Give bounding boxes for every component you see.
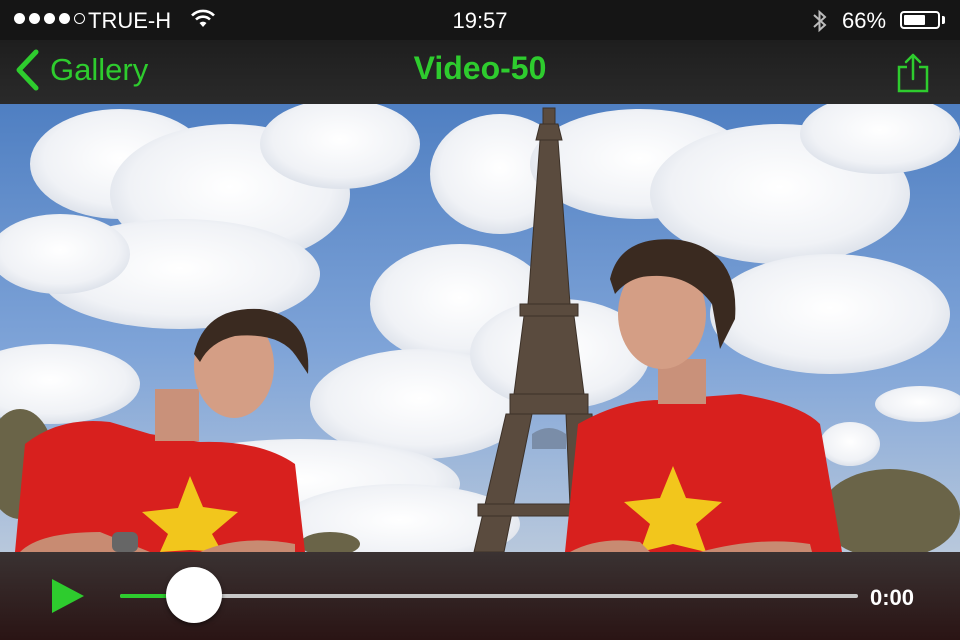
play-icon (52, 579, 84, 613)
status-bar: TRUE-H 19:57 66% (0, 0, 960, 40)
video-still-image (0, 104, 960, 552)
scrubber-track[interactable] (120, 594, 858, 598)
share-icon (897, 53, 929, 93)
share-button[interactable] (896, 52, 930, 99)
bluetooth-icon (813, 9, 827, 33)
play-button[interactable] (50, 577, 86, 620)
navigation-bar: Gallery Video-50 (0, 40, 960, 104)
battery-level (904, 15, 925, 25)
battery-icon (900, 11, 940, 29)
battery-percent: 66% (842, 8, 887, 33)
playback-time: 0:00 (869, 585, 915, 610)
battery-nub (942, 16, 945, 24)
scrubber-thumb[interactable] (166, 567, 222, 623)
page-title: Video-50 (413, 50, 547, 86)
video-frame[interactable] (0, 104, 960, 552)
player-controls: 0:00 (0, 552, 960, 640)
